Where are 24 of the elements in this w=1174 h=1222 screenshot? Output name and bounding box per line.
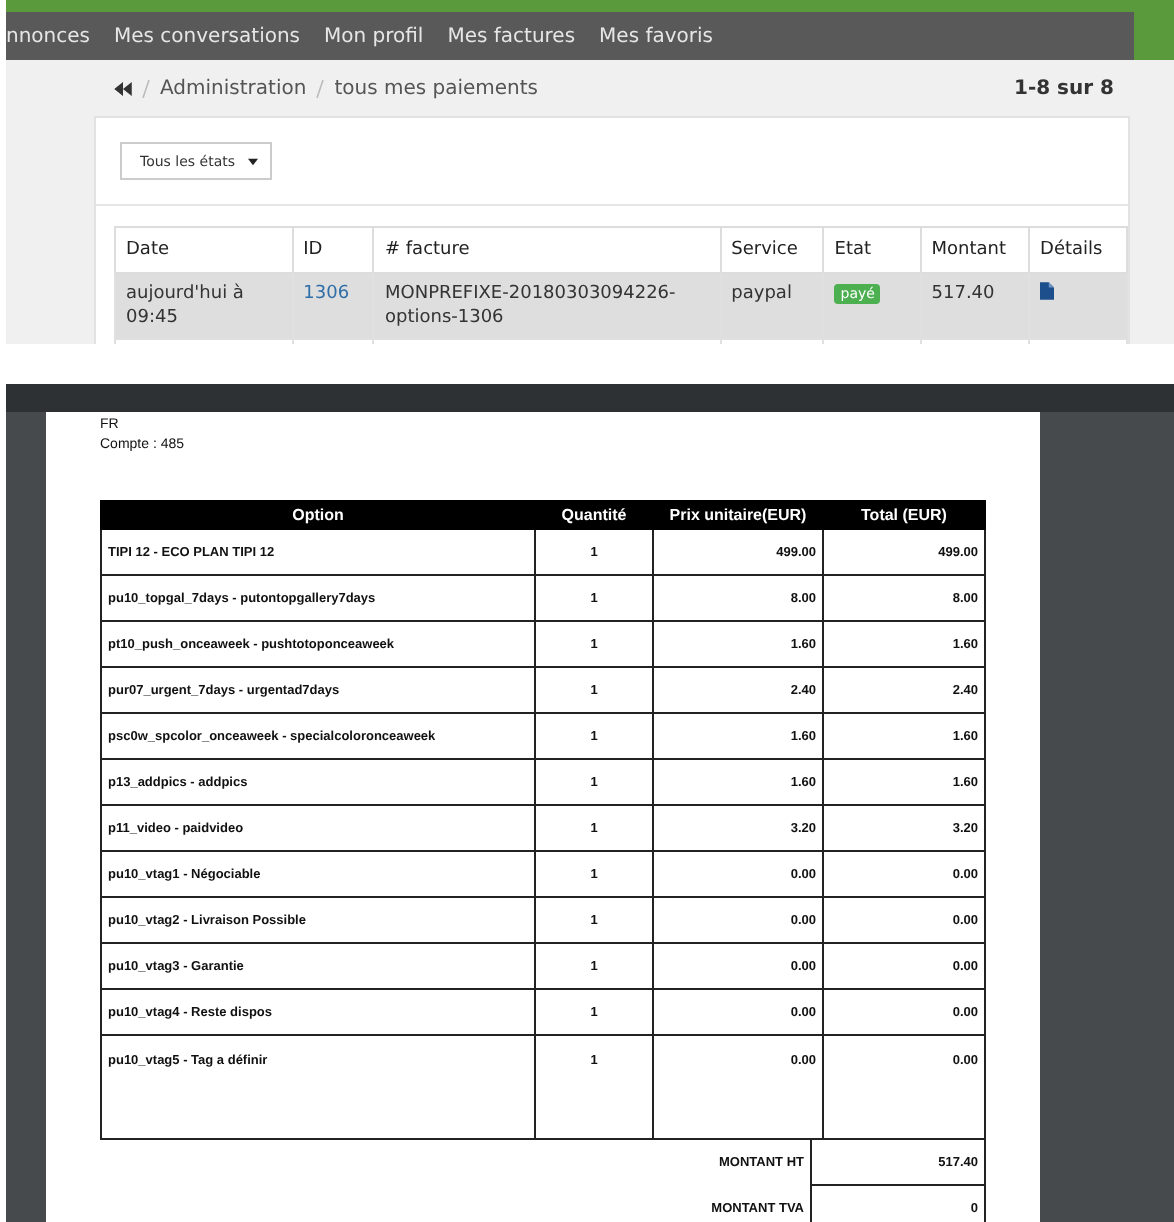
document-icon[interactable]	[1040, 282, 1055, 300]
nav-link[interactable]: Mes favoris	[599, 25, 713, 47]
column-header: Option	[101, 501, 535, 529]
column-header: Quantité	[535, 501, 653, 529]
breadcrumb-item[interactable]: Administration	[160, 77, 307, 99]
nav-link[interactable]: nnonces	[6, 25, 90, 47]
breadcrumb-separator	[142, 79, 150, 97]
nav-link[interactable]: Mon profil	[324, 25, 424, 47]
nav-link[interactable]: Mes factures	[447, 25, 576, 47]
double-left-arrow-icon[interactable]	[114, 81, 132, 95]
table-cell: paypal	[720, 273, 824, 339]
breadcrumb-separator	[316, 79, 325, 97]
table-cell: MONPREFIXE-20180303094226-options-1306	[373, 273, 721, 339]
caret-icon	[248, 157, 258, 165]
table-cell: aujourd'hui à 09:45	[115, 273, 293, 339]
id-link[interactable]: 1306	[303, 284, 350, 304]
table-cell: 517.40	[920, 273, 1030, 339]
nav-link[interactable]: Mes conversations	[114, 25, 301, 47]
pagination-count: 1-8 sur 8	[1014, 77, 1116, 99]
column-header: # facture	[373, 227, 721, 273]
column-header: Date	[115, 227, 293, 273]
column-header: Prix unitaire(EUR)	[653, 501, 823, 529]
column-header: Total (EUR)	[823, 501, 985, 529]
breadcrumb-item: tous mes paiements	[334, 77, 539, 99]
